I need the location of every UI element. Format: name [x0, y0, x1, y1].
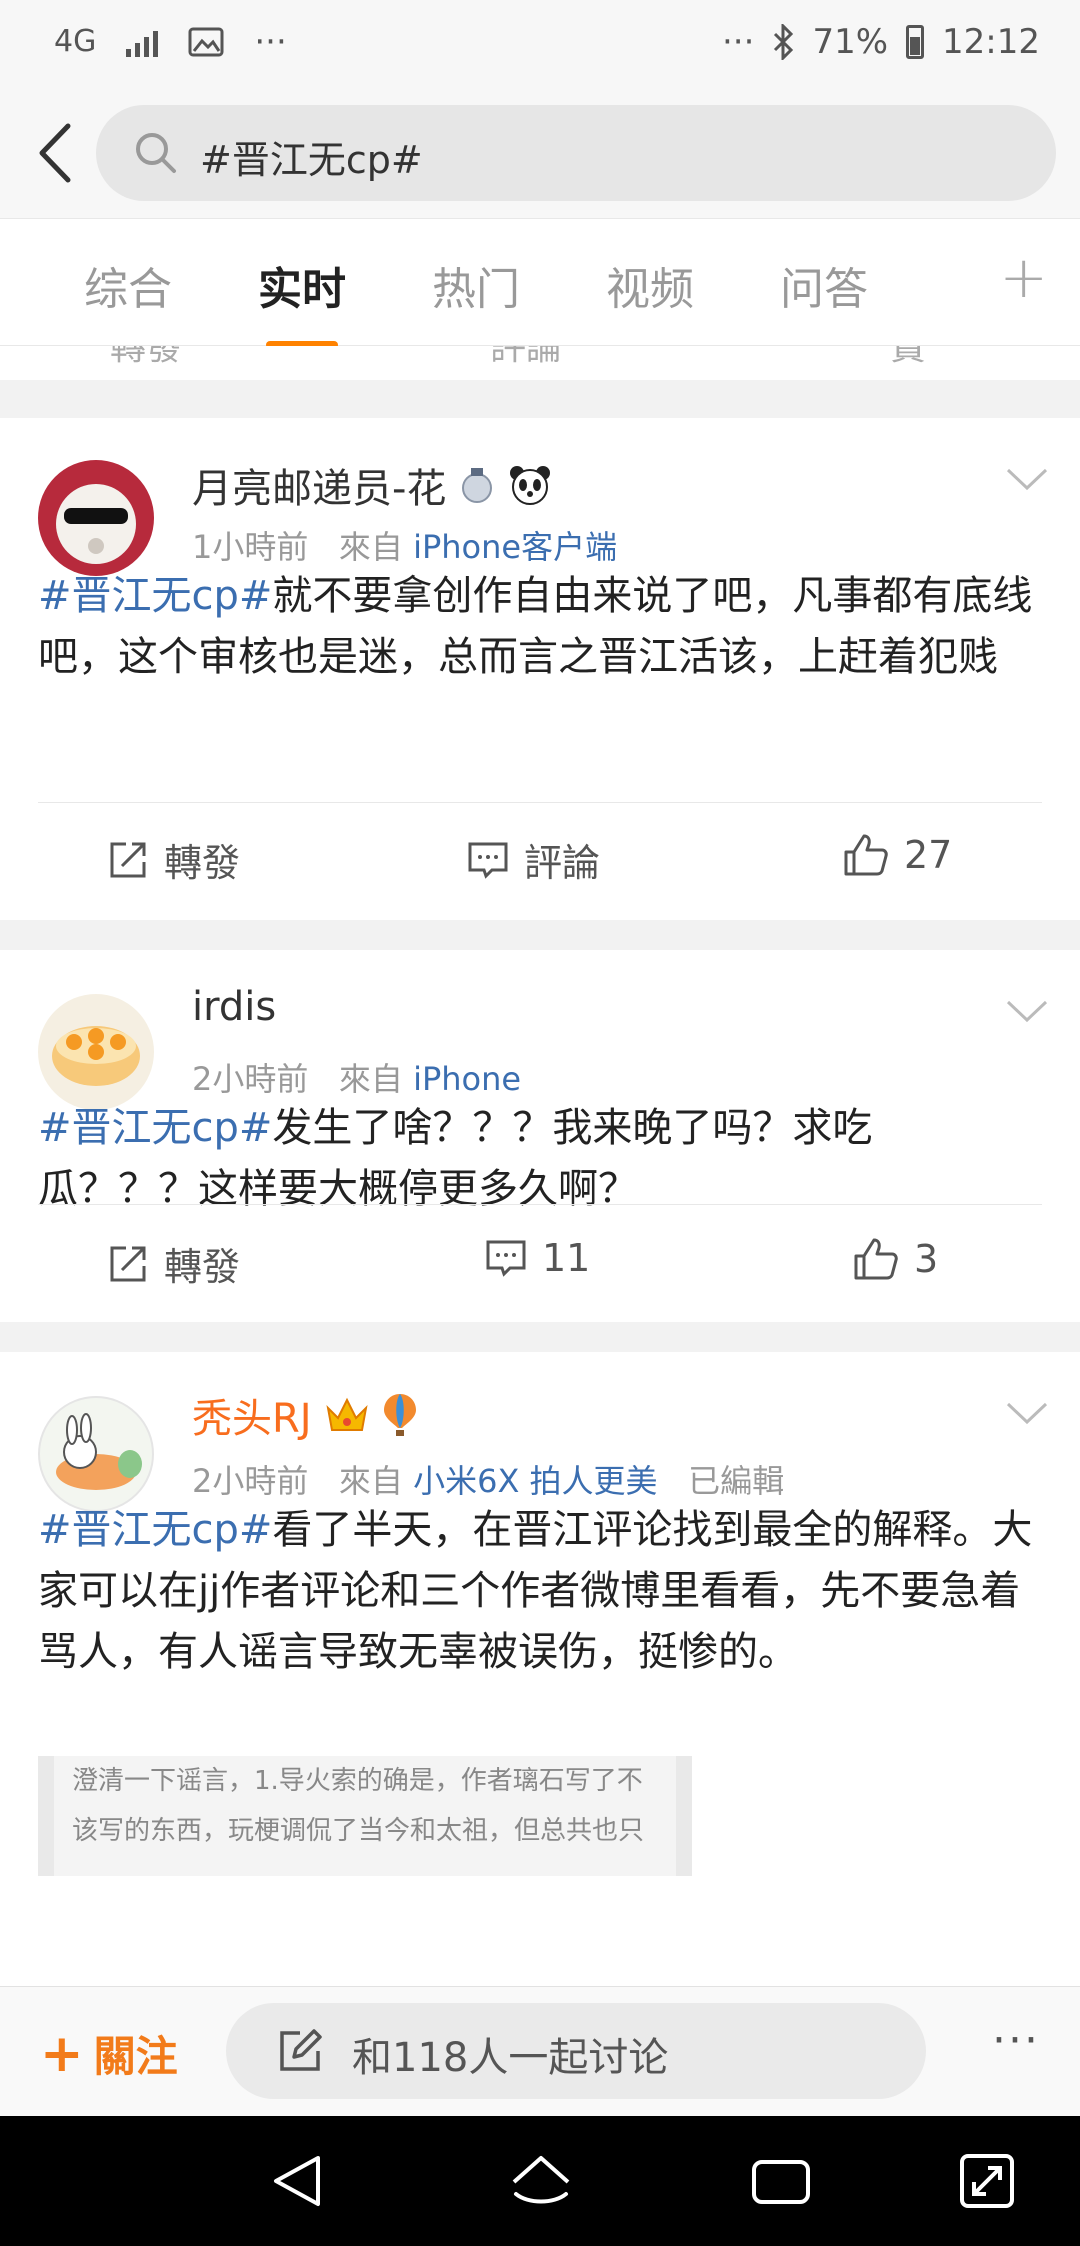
post-text: #晋江无cp#看了半天，在晋江评论找到最全的解释。大家可以在jj作者评论和三个作… — [38, 1507, 1033, 1675]
system-nav-bar — [0, 2116, 1080, 2246]
add-tab-icon[interactable]: + — [999, 243, 1048, 311]
bottom-bar: + 關注 和118人一起讨论 ··· — [0, 1986, 1080, 2116]
chevron-down-icon[interactable] — [1004, 464, 1050, 494]
hashtag-link[interactable]: #晋江无cp# — [38, 1507, 272, 1553]
thumbs-up-icon — [844, 834, 888, 876]
repost-button[interactable]: 轉發 — [106, 1236, 240, 1291]
post-source[interactable]: 小米6X 拍人更美 — [413, 1462, 657, 1500]
discuss-button[interactable]: 和118人一起讨论 — [226, 2003, 926, 2099]
tab-realtime[interactable]: 实时 — [258, 253, 346, 349]
partial-actions-row: 轉發 評論 贊 — [0, 346, 1080, 380]
post-actions: 轉發 11 3 — [0, 1212, 1080, 1312]
expand-nav-icon[interactable] — [954, 2148, 1020, 2214]
clock: 12:12 — [942, 22, 1040, 62]
recents-nav-icon[interactable] — [748, 2148, 814, 2214]
post-card[interactable]: 秃头RJ 2小時前 來自 小米6X 拍人更美 已編輯 #晋江无cp#看了半天，在… — [0, 1352, 1080, 1986]
crown-icon — [326, 1397, 368, 1431]
signal-icon — [126, 27, 159, 57]
tab-qa[interactable]: 问答 — [780, 253, 868, 317]
search-input[interactable]: #晋江无cp# — [96, 105, 1056, 201]
balloon-icon — [383, 1394, 416, 1436]
search-query: #晋江无cp# — [200, 138, 423, 182]
username[interactable]: 月亮邮递员-花 — [192, 456, 552, 514]
medal-icon — [462, 468, 493, 503]
avatar[interactable] — [38, 1396, 154, 1512]
hashtag-link[interactable]: #晋江无cp# — [38, 573, 272, 619]
chevron-down-icon[interactable] — [1004, 1398, 1050, 1428]
battery-icon — [906, 25, 925, 59]
plus-icon: + — [40, 2023, 84, 2084]
repost-button[interactable]: 轉發 — [106, 832, 240, 887]
post-card[interactable]: irdis 2小時前 來自 iPhone #晋江无cp#发生了啥？？？我来晚了吗… — [0, 950, 1080, 1322]
post-text: #晋江无cp#发生了啥？？？我来晚了吗？求吃瓜？？？这样要大概停更多久啊？ — [38, 1105, 873, 1212]
post-meta: 2小時前 來自 iPhone — [192, 1060, 522, 1098]
more-icon[interactable]: ··· — [992, 2015, 1040, 2066]
tab-video[interactable]: 视频 — [606, 253, 694, 317]
edited-label: 已編輯 — [688, 1462, 785, 1500]
search-header: #晋江无cp# — [0, 92, 1080, 218]
like-button[interactable]: 27 — [842, 832, 952, 878]
image-text-line: 该写的东西，玩梗调侃了当今和太祖，但总共也只 — [72, 1816, 645, 1846]
post-meta: 2小時前 來自 小米6X 拍人更美 已編輯 — [192, 1462, 785, 1500]
more-status-icon: ··· — [722, 22, 755, 62]
tab-comprehensive[interactable]: 综合 — [84, 253, 172, 317]
search-icon — [136, 133, 176, 173]
divider — [38, 1204, 1042, 1205]
post-source[interactable]: iPhone客户端 — [413, 528, 617, 566]
hashtag-link[interactable]: #晋江无cp# — [38, 1105, 272, 1151]
partial-like[interactable]: 贊 — [890, 346, 926, 370]
edit-icon — [280, 2029, 322, 2071]
comment-icon — [486, 1240, 526, 1277]
network-indicator: 4G — [54, 24, 97, 59]
divider — [38, 802, 1042, 803]
back-arrow-icon[interactable] — [28, 118, 88, 188]
partial-repost[interactable]: 轉發 — [110, 346, 182, 370]
feed: 轉發 評論 贊 月亮邮递员-花 1小時前 來自 iPhone客户端 #晋江无cp… — [0, 346, 1080, 1986]
repost-icon — [110, 842, 146, 877]
battery-percent: 71% — [812, 22, 889, 62]
panda-icon — [510, 466, 551, 505]
back-nav-icon[interactable] — [264, 2148, 330, 2214]
post-card[interactable]: 月亮邮递员-花 1小時前 來自 iPhone客户端 #晋江无cp#就不要拿创作自… — [0, 418, 1080, 920]
image-icon — [188, 27, 224, 57]
post-text: #晋江无cp#就不要拿创作自由来说了吧，凡事都有底线吧，这个审核也是迷，总而言之… — [38, 573, 1033, 680]
username[interactable]: 秃头RJ — [192, 1386, 418, 1444]
post-meta: 1小時前 來自 iPhone客户端 — [192, 528, 618, 566]
post-actions: 轉發 評論 27 — [0, 808, 1080, 908]
post-image[interactable]: 澄清一下谣言，1.导火索的确是，作者璃石写了不 该写的东西，玩梗调侃了当今和太祖… — [38, 1756, 692, 1876]
image-text-line: 澄清一下谣言，1.导火索的确是，作者璃石写了不 — [72, 1766, 643, 1796]
avatar[interactable] — [38, 994, 154, 1110]
tab-bar: 综合 实时 热门 视频 问答 + — [0, 218, 1080, 349]
thumbs-up-icon — [854, 1238, 898, 1280]
bluetooth-icon — [774, 24, 794, 60]
post-source[interactable]: iPhone — [413, 1060, 521, 1098]
comment-button[interactable]: 11 — [484, 1236, 590, 1280]
avatar[interactable] — [38, 460, 154, 576]
comment-button[interactable]: 評論 — [466, 832, 600, 887]
home-nav-icon[interactable] — [508, 2148, 574, 2214]
chevron-down-icon[interactable] — [1004, 996, 1050, 1026]
tab-hot[interactable]: 热门 — [432, 253, 520, 317]
like-button[interactable]: 3 — [852, 1236, 938, 1282]
follow-button[interactable]: + 關注 — [40, 2023, 178, 2084]
comment-icon — [468, 842, 508, 879]
username[interactable]: irdis — [192, 984, 276, 1030]
more-notifications-icon: ··· — [254, 22, 287, 62]
repost-icon — [110, 1246, 146, 1281]
status-bar: 4G ··· ··· 71% 12:12 — [0, 0, 1080, 92]
partial-comment[interactable]: 評論 — [490, 346, 562, 370]
